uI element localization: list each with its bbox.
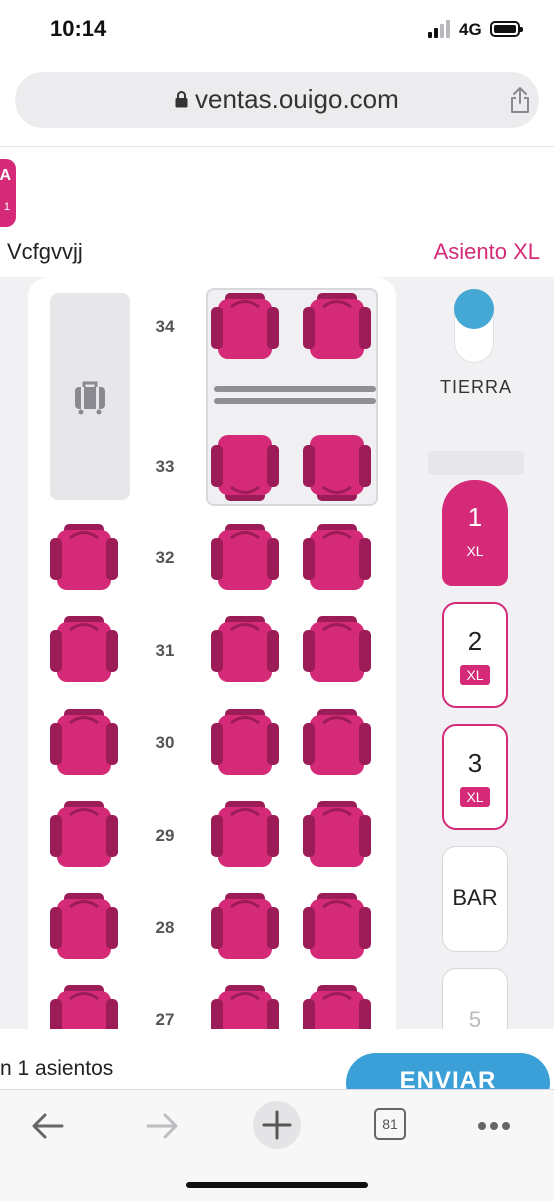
row-number: 32: [155, 548, 175, 567]
seat[interactable]: [209, 799, 281, 871]
seat[interactable]: [48, 707, 120, 779]
seat[interactable]: [209, 522, 281, 594]
coach-number: 2: [467, 626, 483, 656]
row-number: 31: [155, 641, 175, 660]
address-bar[interactable]: ventas.ouigo.com: [15, 72, 539, 128]
battery-icon: [490, 21, 523, 37]
seat[interactable]: [301, 891, 373, 963]
seat[interactable]: [209, 891, 281, 963]
coach-xl-badge: XL: [460, 787, 490, 807]
coach-xl-badge: XL: [460, 665, 490, 685]
seat-type-label: Asiento XL: [433, 239, 540, 264]
booking-header: A 1 Vcfgvvjj Asiento XL: [0, 146, 554, 277]
status-bar: 10:14 4G: [0, 0, 554, 60]
seat[interactable]: [301, 707, 373, 779]
new-tab-plus-icon[interactable]: [252, 1100, 302, 1150]
seat[interactable]: [48, 891, 120, 963]
coach-button-5[interactable]: 5: [442, 968, 508, 1029]
row-number: 28: [155, 918, 175, 937]
selection-summary: n 1 asientos ENVIAR: [0, 1029, 554, 1113]
row-number: 33: [155, 457, 175, 476]
seat[interactable]: [301, 522, 373, 594]
seat-map: 34 33 32 31 30 29 28 27 TIERRA 1 XL 2 XL…: [0, 277, 554, 1029]
table-edge: [214, 398, 376, 404]
share-icon[interactable]: [509, 86, 531, 114]
passenger-tab-sub: 1: [3, 201, 10, 213]
seat[interactable]: [209, 291, 281, 363]
coach-button-bar[interactable]: BAR: [442, 846, 508, 952]
row-number: 27: [155, 1010, 175, 1029]
more-options-icon[interactable]: [474, 1106, 514, 1146]
row-number: 30: [155, 733, 175, 752]
seat[interactable]: [301, 291, 373, 363]
seat[interactable]: [48, 983, 120, 1029]
coach-number: BAR: [452, 885, 498, 910]
seat[interactable]: [48, 614, 120, 686]
seat[interactable]: [301, 799, 373, 871]
passenger-name: Vcfgvvjj: [7, 239, 83, 264]
seat[interactable]: [48, 799, 120, 871]
coach-selector: TIERRA 1 XL 2 XL 3 XL BAR 5: [420, 277, 554, 1029]
direction-label: TIERRA: [439, 377, 512, 397]
seat[interactable]: [301, 614, 373, 686]
tabs-count-button[interactable]: 81: [374, 1108, 406, 1140]
seat[interactable]: [209, 431, 281, 503]
seat[interactable]: [209, 707, 281, 779]
seat[interactable]: [48, 522, 120, 594]
seat[interactable]: [209, 614, 281, 686]
seat[interactable]: [301, 431, 373, 503]
row-number: 29: [155, 826, 175, 845]
lock-icon: [175, 91, 188, 108]
back-arrow-icon[interactable]: [28, 1106, 68, 1146]
passenger-tab-letter: A: [0, 167, 11, 184]
coach-number: 5: [468, 1007, 482, 1029]
coach-button-2[interactable]: 2 XL: [442, 602, 508, 708]
selected-seats-text: n 1 asientos: [0, 1057, 114, 1080]
luggage-rack: [50, 293, 130, 500]
home-indicator: [186, 1182, 368, 1188]
row-number: 34: [155, 317, 175, 336]
direction-knob[interactable]: [454, 289, 494, 329]
direction-toggle[interactable]: [454, 289, 494, 363]
coach-button-1[interactable]: 1 XL: [442, 480, 508, 586]
status-time: 10:14: [50, 16, 107, 41]
cellular-signal-icon: [428, 20, 454, 38]
seat[interactable]: [301, 983, 373, 1029]
coach-xl-badge: XL: [466, 543, 484, 559]
suitcase-icon: [75, 381, 105, 415]
forward-arrow-icon[interactable]: [142, 1106, 182, 1146]
coach-number: 1: [467, 502, 483, 532]
url-text: ventas.ouigo.com: [195, 84, 399, 114]
network-type: 4G: [459, 20, 482, 39]
browser-toolbar: 81: [0, 1089, 554, 1201]
locomotive-segment: [428, 451, 524, 475]
seat[interactable]: [209, 983, 281, 1029]
coach-button-3[interactable]: 3 XL: [442, 724, 508, 830]
table-edge: [214, 386, 376, 392]
passenger-tab[interactable]: A 1: [0, 159, 16, 227]
coach-number: 3: [467, 748, 483, 778]
